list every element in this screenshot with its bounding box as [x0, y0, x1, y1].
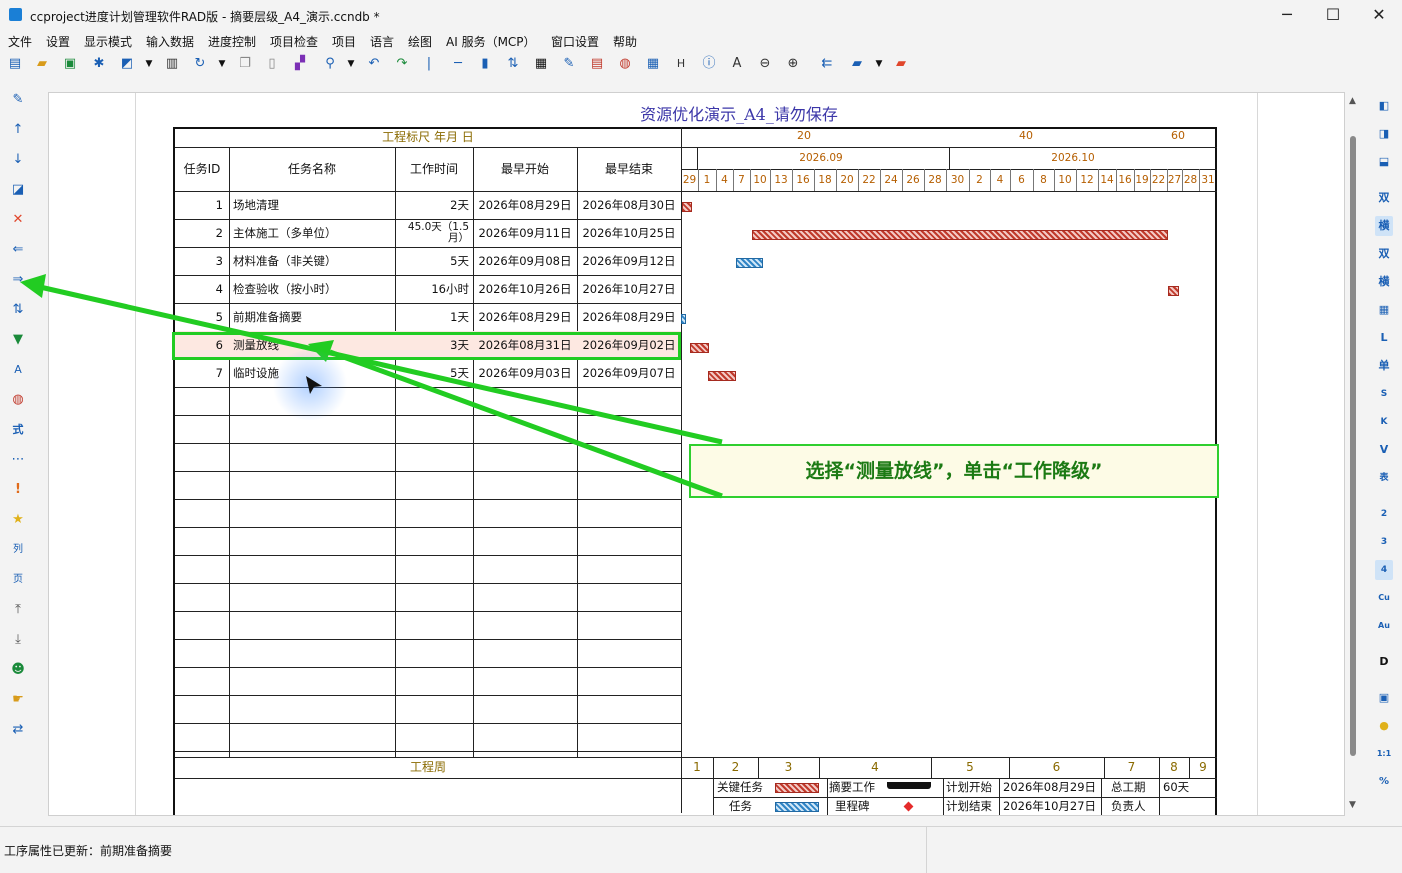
scroll-up-icon[interactable]: ▲: [1349, 96, 1356, 106]
mouse-cursor-icon: [306, 376, 322, 394]
status-divider: [926, 827, 927, 873]
arrow-to-row: [329, 349, 723, 499]
vertical-scrollbar[interactable]: ▲ ▼: [1346, 92, 1362, 814]
annotation-arrows: [20, 274, 723, 499]
arrowhead: [20, 274, 46, 298]
scroll-down-icon[interactable]: ▼: [1349, 800, 1356, 810]
status-bar: 工序属性已更新：前期准备摘要: [0, 826, 1402, 873]
scroll-thumb[interactable]: [1350, 136, 1356, 756]
status-text: 工序属性已更新：前期准备摘要: [4, 844, 173, 858]
arrow-to-demote: [39, 284, 723, 445]
